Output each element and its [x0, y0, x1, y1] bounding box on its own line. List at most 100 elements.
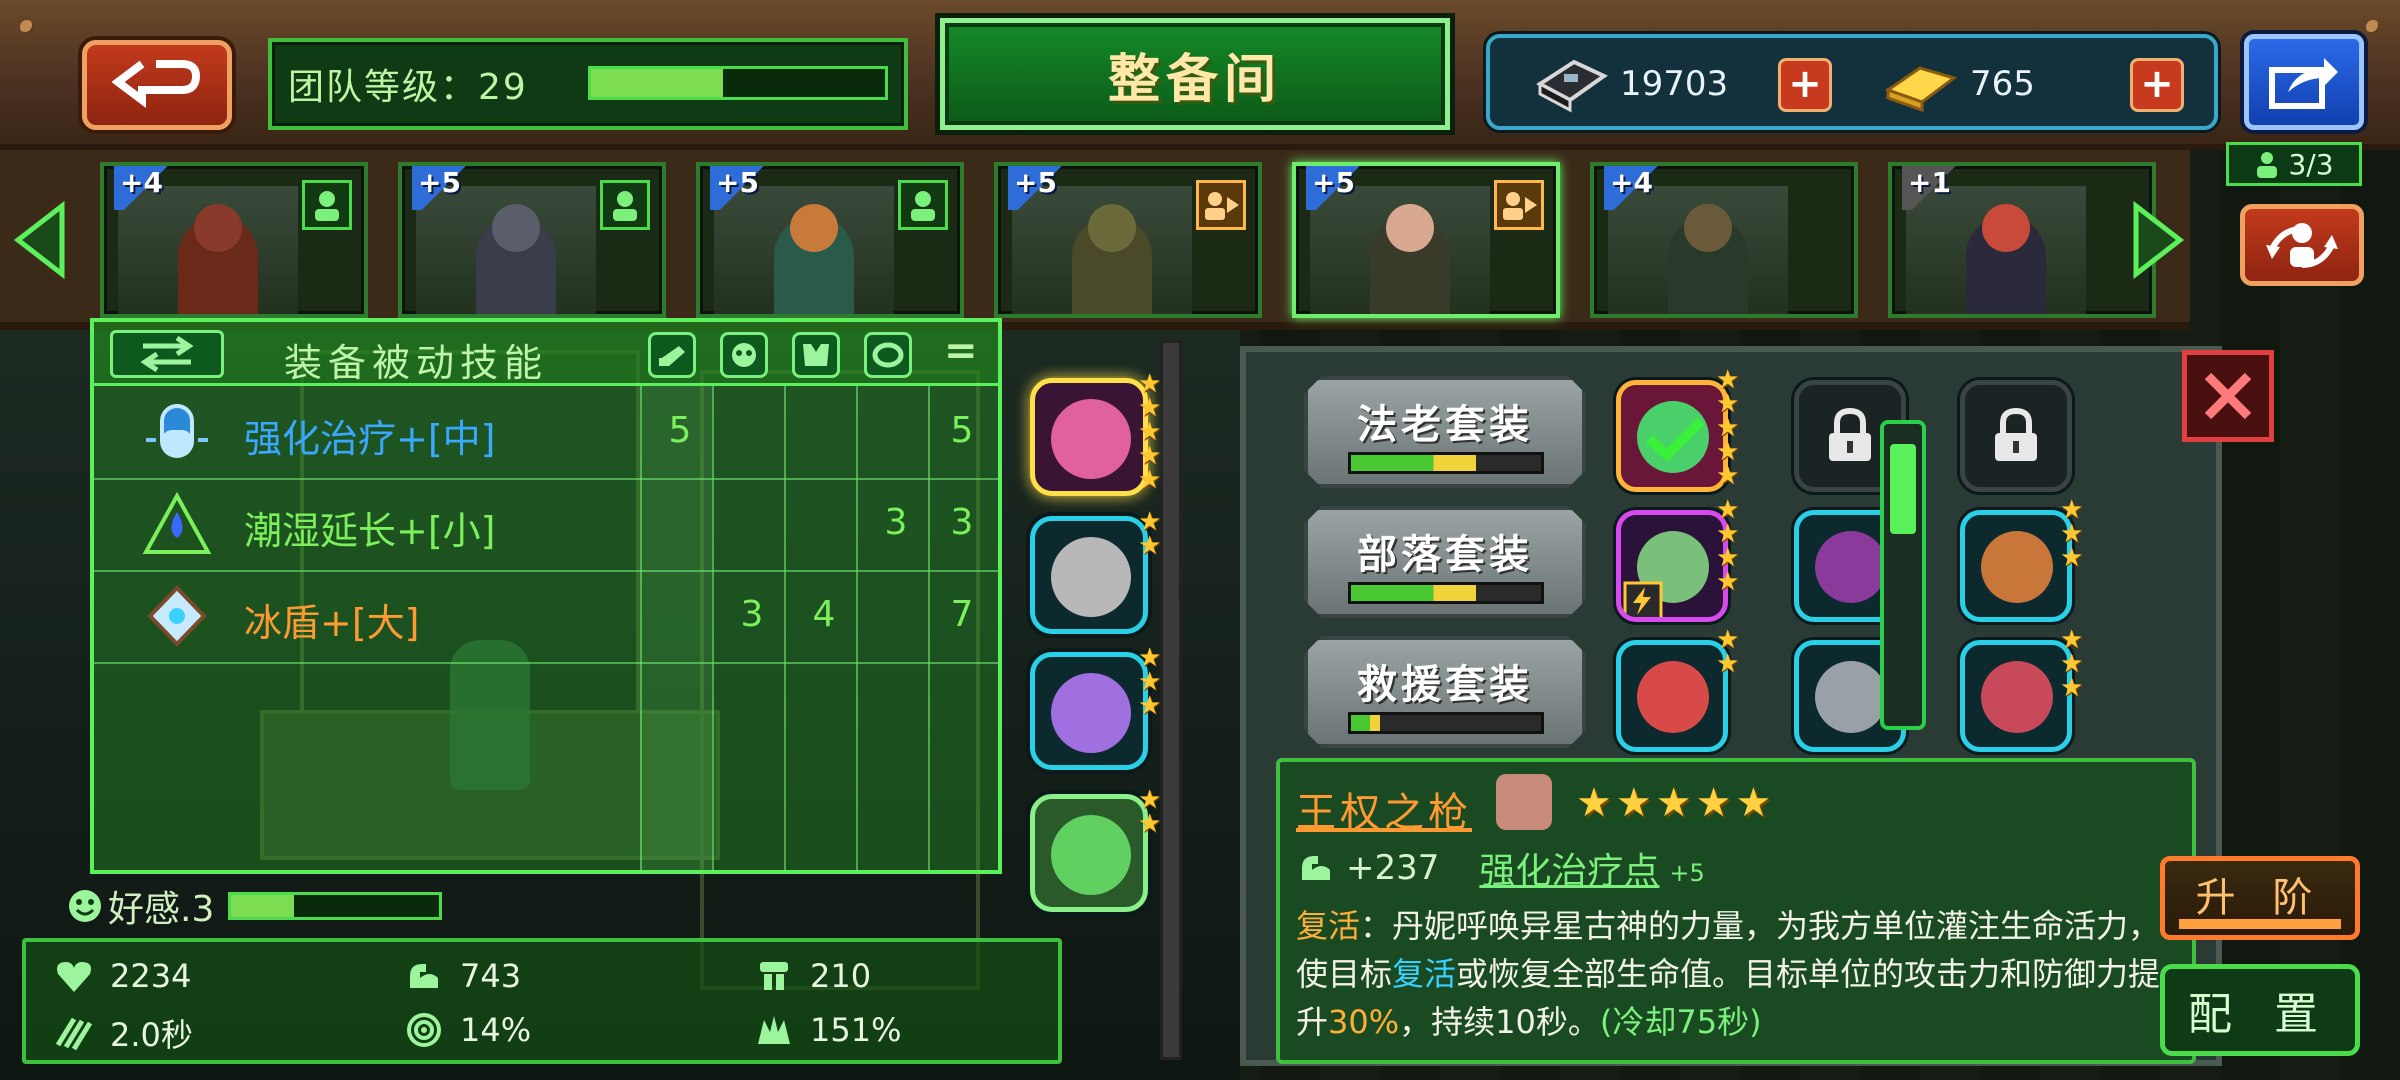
defense-icon [752, 956, 796, 996]
weapon-skill-bonus: +5 [1669, 859, 1705, 887]
equipment-set-button[interactable]: 救援套装 [1304, 636, 1586, 748]
currency-box: 19703 + 765 + [1486, 34, 2218, 130]
item-art [1981, 531, 2053, 603]
hero-head [1684, 204, 1732, 252]
upgrade-bar [2179, 919, 2341, 929]
crit-icon [752, 1010, 796, 1050]
passive-skill-total: 7 [950, 594, 974, 635]
set-progress-bar [1348, 712, 1544, 734]
character-stats-panel: 2234 743 210 2.0秒 14% 151% [22, 938, 1062, 1064]
item-star-rating: ★ ★ ★ [2060, 497, 2084, 573]
swap-arrows-icon [140, 336, 194, 372]
title-plate: 整备间 [940, 18, 1450, 130]
stat-value: 743 [460, 957, 522, 995]
set-item-slot[interactable] [1616, 640, 1728, 752]
total-column-icon: = [944, 328, 978, 374]
weapon-skill-link[interactable]: 强化治疗点 [1479, 842, 1659, 894]
weapon-description-box: 王权之枪 ★★★★★ +237 强化治疗点 +5 复活：丹妮呼唤异星古神的力量，… [1276, 758, 2196, 1064]
equipment-slot[interactable] [1030, 652, 1148, 770]
star-icon: ★ [2060, 673, 2084, 703]
hero-card[interactable]: +5 [1292, 162, 1560, 318]
smiley-icon [69, 890, 101, 922]
hero-profile-icon[interactable] [898, 180, 948, 230]
equipment-slot[interactable] [1030, 378, 1148, 496]
hero-card[interactable]: +1 [1888, 162, 2156, 318]
passive-skill-total: 3 [950, 502, 974, 543]
inventory-scrollbar[interactable] [1880, 420, 1926, 730]
weapon-name[interactable]: 王权之枪 [1296, 780, 1472, 838]
equipment-slot[interactable] [1030, 794, 1148, 912]
hero-card[interactable]: +5 [696, 162, 964, 318]
passive-skill-name: 潮湿延长+[小] [244, 509, 496, 553]
stat-item: 151% [752, 1010, 901, 1050]
hero-card[interactable]: +5 [994, 162, 1262, 318]
hero-card[interactable]: +4 [1590, 162, 1858, 318]
stat-item: 743 [402, 956, 521, 996]
description-segment: 复活 [1392, 955, 1457, 993]
hero-card[interactable]: +4 [100, 162, 368, 318]
hero-level-badge: +5 [1306, 166, 1360, 210]
set-item-slot[interactable] [1616, 510, 1728, 622]
share-button[interactable] [2244, 34, 2364, 130]
equipped-check-icon [1645, 417, 1705, 462]
back-button[interactable] [82, 40, 232, 130]
locked-item-slot[interactable] [1960, 380, 2072, 492]
item-star-rating: ★ ★ ★ ★ ★ [1716, 367, 1739, 489]
affinity-label: 好感.3 [108, 889, 215, 930]
hero-profile-icon[interactable] [302, 180, 352, 230]
close-button[interactable] [2182, 350, 2274, 442]
scrollbar-thumb[interactable] [1890, 444, 1916, 534]
item-art [1815, 531, 1887, 603]
hero-level-badge: +4 [114, 166, 168, 210]
passive-skill-slot-value: 4 [812, 594, 836, 635]
set-progress-fill [1351, 715, 1380, 731]
grid-line [94, 662, 998, 664]
equipment-star-rating: ★ ★ [1138, 509, 1161, 559]
star-icon: ★ [1716, 567, 1740, 597]
team-level-bar [588, 66, 888, 100]
back-arrow-icon [112, 60, 201, 108]
set-item-slot[interactable] [1960, 640, 2072, 752]
weapon-slot-icon [648, 332, 696, 378]
hero-card[interactable]: +5 [398, 162, 666, 318]
equipment-set-button[interactable]: 部落套装 [1304, 506, 1586, 618]
close-icon [2204, 372, 2252, 420]
team-level-bar-fill [591, 69, 724, 97]
stat-item: 2.0秒 [52, 1010, 193, 1056]
toggle-view-button[interactable] [110, 330, 224, 378]
equipment-set-button[interactable]: 法老套装 [1304, 376, 1586, 488]
hero-head [790, 204, 838, 252]
hero-scroll-left-button[interactable] [10, 200, 70, 280]
swap-hero-button[interactable] [2240, 204, 2364, 286]
hero-profile-icon[interactable] [600, 180, 650, 230]
equipment-star-rating: ★ ★ ★ [1138, 645, 1161, 719]
water-drop-icon [142, 491, 212, 556]
heart-icon [52, 956, 96, 996]
upgrade-button[interactable]: 升 阶 [2160, 856, 2360, 940]
stat-value: 14% [460, 1011, 532, 1049]
swap-cycle-icon [2266, 223, 2338, 268]
config-button-label: 配 置 [2188, 989, 2332, 1040]
hero-head [492, 204, 540, 252]
set-name: 救援套装 [1357, 662, 1533, 708]
equipment-slots: ★ ★ ★ ★ ★ ★ ★ ★ ★ ★ ★ ★ [1016, 364, 1196, 924]
hero-scroll-right-button[interactable] [2128, 200, 2188, 280]
description-segment: 复活 [1296, 907, 1361, 945]
equipment-item-art [1051, 673, 1131, 753]
passive-skill-row[interactable]: 强化治疗+[中] 5 5 [94, 386, 998, 478]
ice-shield-icon [142, 584, 212, 648]
star-icon: ★ [2060, 543, 2084, 573]
add-gold-button[interactable]: + [2130, 58, 2184, 112]
set-item-slot[interactable] [1616, 380, 1728, 492]
item-art [1637, 661, 1709, 733]
item-star-rating: ★ ★ ★ [2060, 627, 2084, 703]
passive-skill-name: 强化治疗+[中] [244, 417, 496, 461]
passive-skill-row[interactable]: 潮湿延长+[小] 3 3 [94, 478, 998, 570]
equipment-slot[interactable] [1030, 516, 1148, 634]
config-button[interactable]: 配 置 [2160, 964, 2360, 1056]
set-item-slot[interactable] [1960, 510, 2072, 622]
add-chips-button[interactable]: + [1778, 58, 1832, 112]
helmet-slot-icon [720, 332, 768, 378]
squad-count-value: 3/3 [2288, 147, 2334, 181]
passive-skill-row[interactable]: 冰盾+[大] 3 4 7 [94, 570, 998, 662]
